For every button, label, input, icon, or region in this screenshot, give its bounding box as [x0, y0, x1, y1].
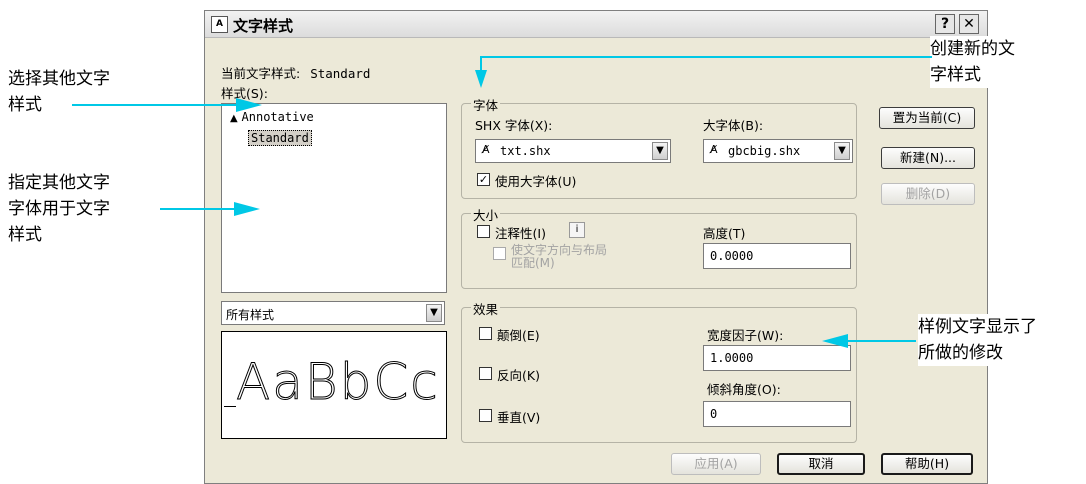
- set-current-button[interactable]: 置为当前(C): [879, 107, 975, 129]
- style-filter-select[interactable]: 所有样式 ▼: [221, 301, 445, 325]
- annotation-line: [848, 340, 916, 342]
- upside-down-checkbox[interactable]: [479, 327, 492, 340]
- size-group-title: 大小: [471, 205, 501, 224]
- annotation-specify-font: 指定其他文字 字体用于文字 样式: [8, 173, 110, 245]
- backwards-label: 反向(K): [497, 368, 540, 383]
- width-factor-input[interactable]: 1.0000: [703, 345, 851, 371]
- annotation-line: [72, 104, 238, 106]
- list-item-annotative[interactable]: ▲ Annotative: [230, 110, 314, 124]
- match-orientation-label: 使文字方向与布局 匹配(M): [511, 243, 608, 270]
- vertical-checkbox[interactable]: [479, 409, 492, 422]
- text-style-icon: A: [211, 16, 228, 33]
- preview-baseline: [224, 406, 236, 407]
- vertical-label: 垂直(V): [497, 410, 541, 425]
- font-group-title: 字体: [471, 95, 501, 114]
- bigfont-select[interactable]: A̸ gbcbig.shx ▼: [703, 139, 853, 163]
- height-input[interactable]: 0.0000: [703, 243, 851, 269]
- info-icon[interactable]: i: [569, 222, 585, 238]
- use-bigfont-checkbox[interactable]: ✓: [477, 173, 490, 186]
- arrow-down-icon: [475, 70, 487, 88]
- apply-button[interactable]: 应用(A): [671, 453, 761, 475]
- annotative-icon: ▲: [230, 113, 238, 124]
- current-style-value: Standard: [310, 66, 371, 81]
- width-factor-label: 宽度因子(W):: [707, 328, 784, 343]
- oblique-angle-input[interactable]: 0: [703, 401, 851, 427]
- arrow-left-icon: [822, 334, 848, 348]
- current-style-label: 当前文字样式: Standard: [221, 66, 371, 81]
- annotation-preview-note: 样例文字显示了 所做的修改: [918, 314, 1037, 366]
- close-icon[interactable]: ✕: [959, 14, 979, 34]
- annotation-select-style: 选择其他文字 样式: [8, 69, 110, 115]
- chevron-down-icon[interactable]: ▼: [426, 304, 442, 322]
- annotative-checkbox[interactable]: [477, 225, 490, 238]
- chevron-down-icon[interactable]: ▼: [834, 142, 850, 160]
- annotative-label: 注释性(I): [495, 226, 546, 241]
- shx-font-select[interactable]: A̸ txt.shx ▼: [475, 139, 671, 163]
- match-orientation-checkbox[interactable]: [493, 247, 506, 260]
- arrow-right-icon: [234, 202, 260, 216]
- text-style-dialog: A 文字样式 ? ✕ 当前文字样式: Standard 样式(S): ▲ Ann…: [204, 10, 988, 484]
- help-icon[interactable]: ?: [935, 14, 955, 34]
- cancel-button[interactable]: 取消: [777, 453, 865, 475]
- dialog-title: 文字样式: [233, 17, 294, 35]
- effects-group-title: 效果: [471, 299, 501, 318]
- list-item-standard[interactable]: Standard: [248, 130, 312, 146]
- upside-down-label: 颠倒(E): [497, 328, 540, 343]
- preview-text-wrap: AaBbCc: [222, 354, 448, 414]
- font-icon: A̸: [710, 143, 718, 156]
- preview-text: AaBbCc: [236, 354, 440, 411]
- shx-font-label: SHX 字体(X):: [475, 118, 553, 133]
- delete-button[interactable]: 删除(D): [881, 183, 975, 205]
- styles-list[interactable]: ▲ Annotative Standard: [221, 103, 447, 293]
- height-label: 高度(T): [703, 226, 746, 241]
- annotation-create-new: 创建新的文 字样式: [930, 36, 1015, 88]
- font-icon: A̸: [482, 143, 490, 156]
- annotation-line: [480, 56, 932, 58]
- use-bigfont-label: 使用大字体(U): [495, 174, 577, 189]
- new-button[interactable]: 新建(N)...: [881, 147, 975, 169]
- title-bar[interactable]: A 文字样式 ? ✕: [205, 11, 987, 38]
- preview-box: AaBbCc: [221, 331, 447, 439]
- oblique-angle-label: 倾斜角度(O):: [707, 382, 781, 397]
- arrow-right-icon: [236, 98, 262, 112]
- backwards-checkbox[interactable]: [479, 367, 492, 380]
- chevron-down-icon[interactable]: ▼: [652, 142, 668, 160]
- help-button[interactable]: 帮助(H): [881, 453, 973, 475]
- bigfont-label: 大字体(B):: [703, 118, 764, 133]
- annotation-line: [160, 208, 236, 210]
